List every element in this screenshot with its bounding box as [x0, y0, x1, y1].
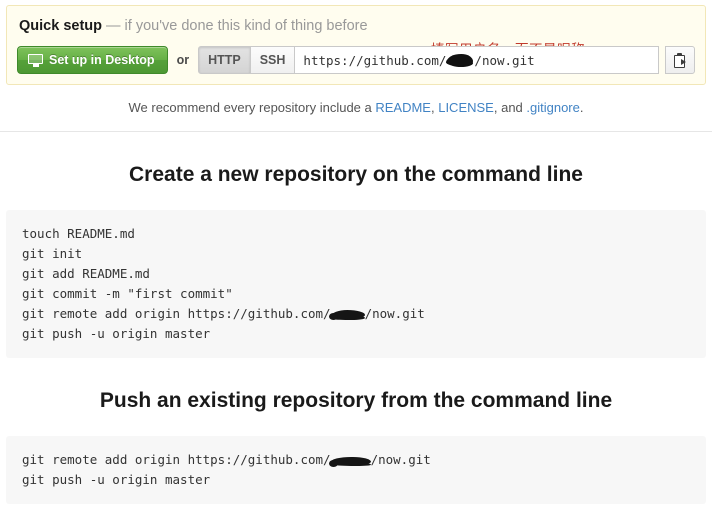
code-line: git init — [22, 246, 83, 261]
code-remote-suffix: /now.git — [370, 452, 431, 467]
code-line: git push -u origin master — [22, 326, 211, 341]
recommend-suffix: . — [579, 100, 584, 115]
push-existing-code-block[interactable]: git remote add origin https://github.com… — [6, 436, 706, 504]
create-repo-heading: Create a new repository on the command l… — [129, 163, 583, 186]
code-line: git push -u origin master — [22, 472, 211, 487]
desktop-monitor-icon — [28, 53, 43, 67]
push-existing-heading: Push an existing repository from the com… — [99, 389, 613, 412]
code-line: git commit -m "first commit" — [22, 286, 233, 301]
redacted-username-blob — [447, 54, 474, 66]
recommend-prefix: We recommend every repository include a — [128, 100, 376, 115]
copy-url-button[interactable] — [665, 46, 695, 74]
redacted-username-scribble — [328, 457, 371, 467]
readme-link[interactable]: README — [375, 100, 431, 115]
code-line: touch README.md — [22, 226, 135, 241]
quick-setup-panel: Quick setup — if you've done this kind o… — [6, 5, 706, 85]
clone-url-suffix: /now.git — [474, 52, 535, 68]
protocol-ssh-button[interactable]: SSH — [250, 46, 296, 74]
quick-setup-header: Quick setup — if you've done this kind o… — [19, 16, 695, 36]
recommend-sep2: , and — [493, 100, 527, 115]
code-remote-prefix: git remote add origin https://github.com… — [22, 306, 331, 321]
quick-setup-title: Quick setup — [19, 18, 102, 34]
code-remote-suffix: /now.git — [364, 306, 425, 321]
create-repo-code-block[interactable]: touch README.md git init git add README.… — [6, 210, 706, 358]
set-up-in-desktop-label: Set up in Desktop — [49, 53, 155, 67]
gitignore-link[interactable]: .gitignore — [526, 100, 579, 115]
quick-setup-subtitle: — if you've done this kind of thing befo… — [106, 18, 368, 34]
code-remote-prefix: git remote add origin https://github.com… — [22, 452, 331, 467]
clone-url-row: Set up in Desktop or HTTP SSH https://gi… — [17, 46, 695, 74]
clone-url-input[interactable]: https://github.com/ /now.git — [295, 46, 659, 74]
protocol-http-button[interactable]: HTTP — [198, 46, 251, 74]
redacted-username-scribble — [328, 310, 365, 320]
code-line: git add README.md — [22, 266, 150, 281]
set-up-in-desktop-button[interactable]: Set up in Desktop — [17, 46, 168, 74]
clone-url-prefix: https://github.com/ — [303, 52, 447, 68]
license-link[interactable]: LICENSE — [438, 100, 494, 115]
clipboard-icon — [673, 52, 687, 68]
code-line-redacted: git remote add origin https://github.com… — [22, 450, 690, 470]
protocol-toggle-group: HTTP SSH — [198, 46, 296, 74]
code-line-redacted: git remote add origin https://github.com… — [22, 304, 690, 324]
recommend-line: We recommend every repository include a … — [0, 85, 712, 117]
or-label: or — [176, 53, 190, 67]
